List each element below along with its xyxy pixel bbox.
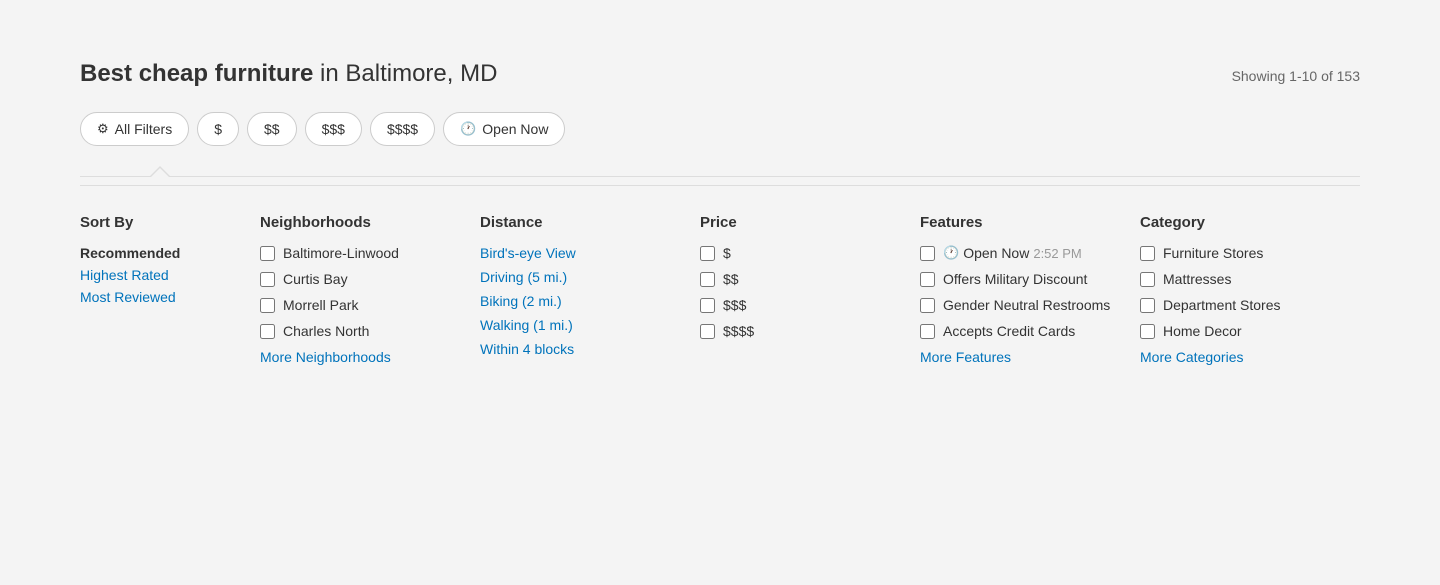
neighborhood-checkbox-0[interactable] (260, 246, 275, 261)
category-checkbox-3[interactable] (1140, 324, 1155, 339)
price-item-0: $ (700, 245, 900, 261)
neighborhood-label-0: Baltimore-Linwood (283, 245, 399, 261)
feature-checkbox-3[interactable] (920, 324, 935, 339)
feature-item-1: Offers Military Discount (920, 271, 1120, 287)
all-filters-button[interactable]: ⚙ All Filters (80, 112, 189, 146)
feature-checkbox-2[interactable] (920, 298, 935, 313)
all-filters-label: All Filters (115, 121, 173, 137)
page-title: Best cheap furniture in Baltimore, MD (80, 60, 497, 88)
category-item-3: Home Decor (1140, 323, 1340, 339)
feature-time-0: 2:52 PM (1033, 246, 1081, 261)
more-features-link[interactable]: More Features (920, 349, 1120, 365)
price-header: Price (700, 214, 900, 231)
clock-icon: 🕐 (460, 121, 476, 137)
price-column: Price $ $$ $$$ $$$$ (700, 214, 920, 365)
filter-bar: ⚙ All Filters $ $$ $$$ $$$$ 🕐 Open Now (80, 112, 1360, 146)
price-label-1: $$ (723, 271, 739, 287)
distance-item-3[interactable]: Walking (1 mi.) (480, 317, 680, 333)
page-title-bold: Best cheap furniture (80, 60, 313, 87)
price-checkbox-0[interactable] (700, 246, 715, 261)
category-checkbox-2[interactable] (1140, 298, 1155, 313)
distance-column: Distance Bird's-eye View Driving (5 mi.)… (480, 214, 700, 365)
neighborhood-item-3: Charles North (260, 323, 460, 339)
category-checkbox-1[interactable] (1140, 272, 1155, 287)
sort-highest-rated[interactable]: Highest Rated (80, 267, 240, 283)
price-checkbox-3[interactable] (700, 324, 715, 339)
neighborhood-checkbox-3[interactable] (260, 324, 275, 339)
feature-checkbox-1[interactable] (920, 272, 935, 287)
neighborhood-item-0: Baltimore-Linwood (260, 245, 460, 261)
price-checkbox-1[interactable] (700, 272, 715, 287)
price-1-label: $ (214, 121, 222, 137)
dropdown-pointer (150, 166, 170, 176)
category-item-1: Mattresses (1140, 271, 1340, 287)
sort-most-reviewed[interactable]: Most Reviewed (80, 289, 240, 305)
neighborhood-label-1: Curtis Bay (283, 271, 348, 287)
price-2-button[interactable]: $$ (247, 112, 297, 146)
price-4-label: $$$$ (387, 121, 418, 137)
distance-item-0[interactable]: Bird's-eye View (480, 245, 680, 261)
neighborhood-item-1: Curtis Bay (260, 271, 460, 287)
open-now-button[interactable]: 🕐 Open Now (443, 112, 565, 146)
price-3-button[interactable]: $$$ (305, 112, 362, 146)
price-3-label: $$$ (322, 121, 345, 137)
price-1-button[interactable]: $ (197, 112, 239, 146)
neighborhood-label-2: Morrell Park (283, 297, 358, 313)
price-label-3: $$$$ (723, 323, 754, 339)
category-item-0: Furniture Stores (1140, 245, 1340, 261)
category-label-3: Home Decor (1163, 323, 1242, 339)
category-item-2: Department Stores (1140, 297, 1340, 313)
price-checkbox-2[interactable] (700, 298, 715, 313)
distance-item-4[interactable]: Within 4 blocks (480, 341, 680, 357)
neighborhoods-column: Neighborhoods Baltimore-Linwood Curtis B… (260, 214, 480, 365)
category-column: Category Furniture Stores Mattresses Dep… (1140, 214, 1360, 365)
feature-checkbox-0[interactable] (920, 246, 935, 261)
price-item-3: $$$$ (700, 323, 900, 339)
feature-label-0: Open Now (963, 245, 1029, 261)
feature-item-0: 🕐 Open Now 2:52 PM (920, 245, 1120, 261)
price-label-0: $ (723, 245, 731, 261)
price-4-button[interactable]: $$$$ (370, 112, 435, 146)
open-now-feature-label: 🕐 Open Now 2:52 PM (943, 245, 1082, 261)
open-now-clock-icon: 🕐 (943, 245, 959, 261)
feature-label-1: Offers Military Discount (943, 271, 1087, 287)
distance-header: Distance (480, 214, 680, 231)
feature-item-3: Accepts Credit Cards (920, 323, 1120, 339)
dropdown-panel: Sort By Recommended Highest Rated Most R… (80, 185, 1360, 397)
open-now-label: Open Now (482, 121, 548, 137)
sort-by-header: Sort By (80, 214, 240, 231)
neighborhoods-header: Neighborhoods (260, 214, 460, 231)
more-neighborhoods-link[interactable]: More Neighborhoods (260, 349, 460, 365)
distance-item-2[interactable]: Biking (2 mi.) (480, 293, 680, 309)
divider (80, 176, 1360, 177)
feature-label-3: Accepts Credit Cards (943, 323, 1075, 339)
neighborhood-item-2: Morrell Park (260, 297, 460, 313)
price-item-1: $$ (700, 271, 900, 287)
category-label-2: Department Stores (1163, 297, 1281, 313)
page-title-rest: in Baltimore, MD (313, 60, 497, 87)
filter-columns: Sort By Recommended Highest Rated Most R… (80, 214, 1360, 365)
category-label-1: Mattresses (1163, 271, 1231, 287)
distance-item-1[interactable]: Driving (5 mi.) (480, 269, 680, 285)
filter-icon: ⚙ (97, 121, 109, 137)
price-item-2: $$$ (700, 297, 900, 313)
sort-by-column: Sort By Recommended Highest Rated Most R… (80, 214, 260, 365)
price-label-2: $$$ (723, 297, 746, 313)
price-2-label: $$ (264, 121, 280, 137)
more-categories-link[interactable]: More Categories (1140, 349, 1340, 365)
neighborhood-checkbox-2[interactable] (260, 298, 275, 313)
category-label-0: Furniture Stores (1163, 245, 1263, 261)
feature-item-2: Gender Neutral Restrooms (920, 297, 1120, 313)
header-row: Best cheap furniture in Baltimore, MD Sh… (80, 60, 1360, 88)
category-checkbox-0[interactable] (1140, 246, 1155, 261)
feature-label-2: Gender Neutral Restrooms (943, 297, 1110, 313)
neighborhood-checkbox-1[interactable] (260, 272, 275, 287)
features-header: Features (920, 214, 1120, 231)
sort-recommended[interactable]: Recommended (80, 245, 240, 261)
showing-count: Showing 1-10 of 153 (1232, 68, 1360, 84)
category-header: Category (1140, 214, 1340, 231)
neighborhood-label-3: Charles North (283, 323, 369, 339)
features-column: Features 🕐 Open Now 2:52 PM Offers Milit… (920, 214, 1140, 365)
